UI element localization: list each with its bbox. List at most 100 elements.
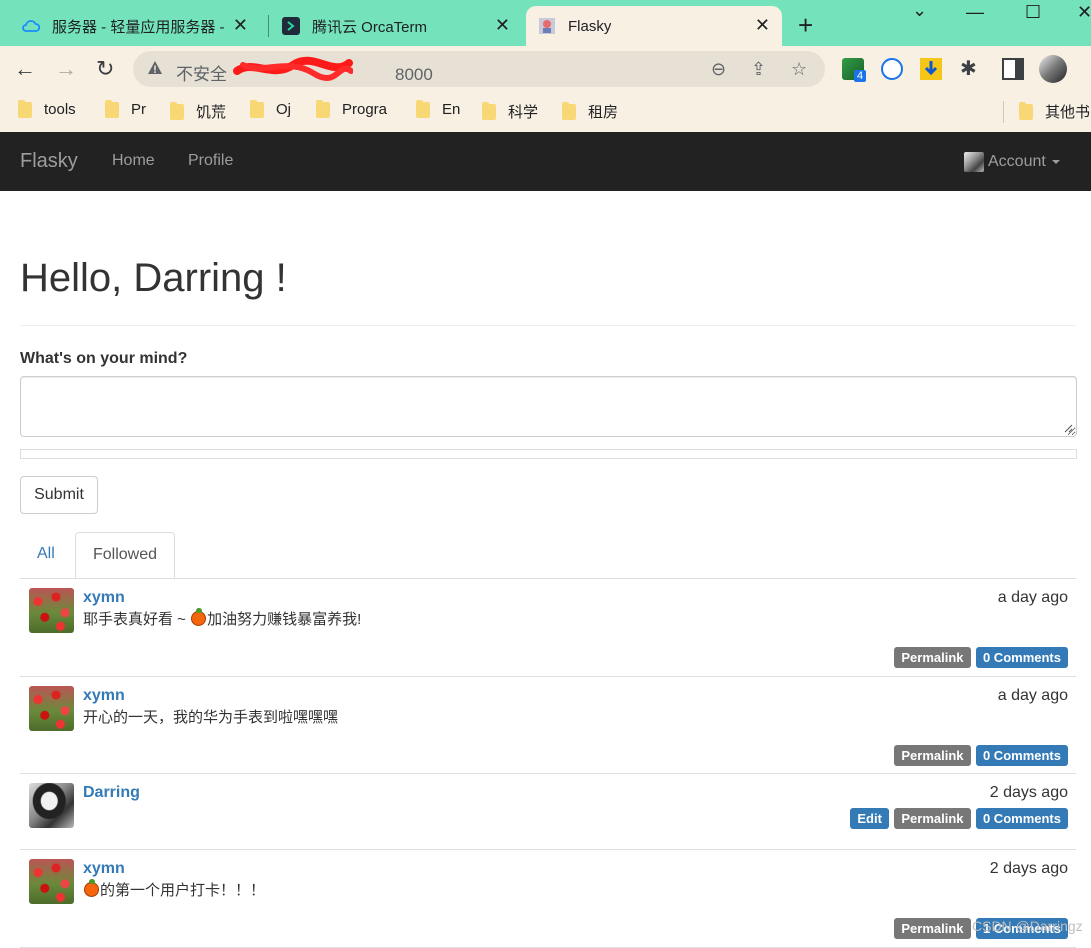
author-avatar[interactable] xyxy=(29,859,74,904)
edit-button[interactable]: Edit xyxy=(850,808,889,829)
bookmark-label: 科学 xyxy=(508,104,539,121)
bookmark-label: tools xyxy=(44,101,76,118)
address-bar[interactable]: 不安全 8000 ⊖ ⇪ ☆ xyxy=(133,51,825,87)
forward-icon[interactable]: → xyxy=(55,58,77,80)
share-icon[interactable]: ⇪ xyxy=(751,59,766,80)
tab-divider xyxy=(268,15,269,37)
download-extension-icon[interactable] xyxy=(920,58,942,80)
comments-button[interactable]: 0 Comments xyxy=(975,647,1068,668)
post-date: 2 days ago xyxy=(989,860,1068,877)
folder-icon xyxy=(416,99,430,118)
posts-list: a day ago xymn 耶手表真好看 ~ 加油努力赚钱暴富养我! Perm… xyxy=(20,579,1076,948)
zoom-out-icon[interactable]: ⊖ xyxy=(711,59,726,80)
tab-followed[interactable]: Followed xyxy=(75,532,176,579)
extension-badge: 4 xyxy=(854,70,867,82)
browser-tab-orcaterm[interactable]: 腾讯云 OrcaTerm ✕ xyxy=(270,6,522,46)
tab-title: 服务器 - 轻量应用服务器 - xyxy=(52,18,225,36)
post-author-link[interactable]: xymn xyxy=(83,858,1068,880)
menu-kebab-icon[interactable]: ⋮ xyxy=(1083,58,1091,80)
extension-chat-icon[interactable] xyxy=(881,58,903,80)
folder-icon xyxy=(105,99,119,118)
post-footer: Permalink 0 Comments xyxy=(83,647,1068,669)
folder-icon xyxy=(250,99,264,118)
permalink-button[interactable]: Permalink xyxy=(894,808,971,829)
bookmark-folder[interactable]: 饥荒 xyxy=(170,101,226,122)
comments-button[interactable]: 0 Comments xyxy=(975,745,1068,766)
post-footer: Permalink 0 Comments xyxy=(83,745,1068,767)
post-footer: Permalink 1 Comments xyxy=(83,918,1068,940)
permalink-button[interactable]: Permalink xyxy=(894,745,971,766)
browser-tab-flasky[interactable]: Flasky ✕ xyxy=(526,6,782,46)
browser-tab-server[interactable]: 服务器 - 轻量应用服务器 - ✕ xyxy=(10,6,260,46)
close-tab-icon[interactable]: ✕ xyxy=(495,16,510,34)
extension-sheets-icon[interactable]: 4 xyxy=(842,58,867,82)
bookmarks-divider xyxy=(1003,101,1004,123)
navbar-brand[interactable]: Flasky xyxy=(20,150,78,173)
tab-search-icon[interactable]: ⌄ xyxy=(912,0,927,21)
flasky-favicon xyxy=(539,18,555,34)
redaction-scribble xyxy=(233,56,353,82)
author-avatar[interactable] xyxy=(29,588,74,633)
bookmark-label: 租房 xyxy=(588,104,619,121)
caret-down-icon xyxy=(1051,160,1060,164)
folder-icon xyxy=(1019,101,1033,120)
profile-avatar[interactable] xyxy=(1039,55,1067,83)
bookmark-label: 其他书 xyxy=(1045,104,1091,121)
post-author-link[interactable]: xymn xyxy=(83,685,1068,707)
resize-grip-icon[interactable] xyxy=(1063,423,1073,433)
minimize-icon[interactable]: — xyxy=(966,2,984,23)
header-divider xyxy=(20,325,1076,326)
bookmark-folder[interactable]: Pr xyxy=(105,99,146,118)
account-dropdown[interactable]: Account xyxy=(964,152,1060,172)
bookmark-folder[interactable]: 科学 xyxy=(482,101,538,122)
close-tab-icon[interactable]: ✕ xyxy=(233,16,248,34)
bookmarks-bar: tools Pr 饥荒 Oj Progra En 科学 租房 其他书 xyxy=(0,93,1091,132)
post-item: a day ago xymn 开心的一天，我的华为手表到啦嘿嘿嘿 Permali… xyxy=(20,677,1076,774)
post-body: 的第一个用户打卡！！！ xyxy=(83,879,1068,901)
other-bookmarks[interactable]: 其他书 xyxy=(1019,101,1090,122)
folder-icon xyxy=(482,101,496,120)
orange-emoji-icon xyxy=(84,879,99,897)
post-body: 耶手表真好看 ~ 加油努力赚钱暴富养我! xyxy=(83,608,1068,630)
watermark: CSDN @Darringz xyxy=(972,918,1083,934)
cloud-icon xyxy=(22,20,40,32)
post-item: 2 days ago xymn 的第一个用户打卡！！！ Permalink 1 … xyxy=(20,850,1076,948)
maximize-icon[interactable]: ☐ xyxy=(1025,2,1041,23)
side-panel-icon[interactable] xyxy=(1002,58,1024,80)
folder-icon xyxy=(316,99,330,118)
bookmark-label: En xyxy=(442,101,461,118)
bookmark-folder[interactable]: En xyxy=(416,99,461,118)
author-avatar[interactable] xyxy=(29,686,74,731)
author-avatar[interactable] xyxy=(29,783,74,828)
bookmark-folder[interactable]: Progra xyxy=(316,99,387,118)
post-author-link[interactable]: Darring xyxy=(83,782,1068,804)
close-window-icon[interactable]: ✕ xyxy=(1077,2,1091,23)
extensions-puzzle-icon[interactable]: ✱ xyxy=(960,58,977,80)
account-label: Account xyxy=(988,153,1046,170)
comments-button[interactable]: 0 Comments xyxy=(975,808,1068,829)
bookmark-label: Pr xyxy=(131,101,146,118)
nav-link-home[interactable]: Home xyxy=(112,152,155,170)
nav-link-profile[interactable]: Profile xyxy=(188,152,233,170)
post-form-label: What's on your mind? xyxy=(20,350,188,367)
submit-button[interactable]: Submit xyxy=(20,476,98,514)
post-body-input[interactable] xyxy=(20,376,1077,437)
post-date: 2 days ago xyxy=(989,784,1068,801)
warning-icon xyxy=(148,61,162,74)
bookmark-folder[interactable]: tools xyxy=(18,99,76,118)
permalink-button[interactable]: Permalink xyxy=(894,647,971,668)
new-tab-button[interactable]: + xyxy=(798,12,813,38)
site-navbar: Flasky Home Profile Account xyxy=(0,132,1091,191)
bookmark-folder[interactable]: Oj xyxy=(250,99,291,118)
browser-tab-strip: 服务器 - 轻量应用服务器 - ✕ 腾讯云 OrcaTerm ✕ Flasky … xyxy=(0,0,1091,46)
reload-icon[interactable]: ↻ xyxy=(96,58,114,80)
bookmark-folder[interactable]: 租房 xyxy=(562,101,618,122)
permalink-button[interactable]: Permalink xyxy=(894,918,971,939)
tab-all[interactable]: All xyxy=(20,532,72,579)
back-icon[interactable]: ← xyxy=(14,58,36,80)
tab-title: Flasky xyxy=(568,17,612,35)
post-item: 2 days ago Darring Edit Permalink 0 Comm… xyxy=(20,774,1076,850)
post-author-link[interactable]: xymn xyxy=(83,587,1068,609)
close-tab-icon[interactable]: ✕ xyxy=(755,16,770,34)
bookmark-star-icon[interactable]: ☆ xyxy=(791,59,807,80)
